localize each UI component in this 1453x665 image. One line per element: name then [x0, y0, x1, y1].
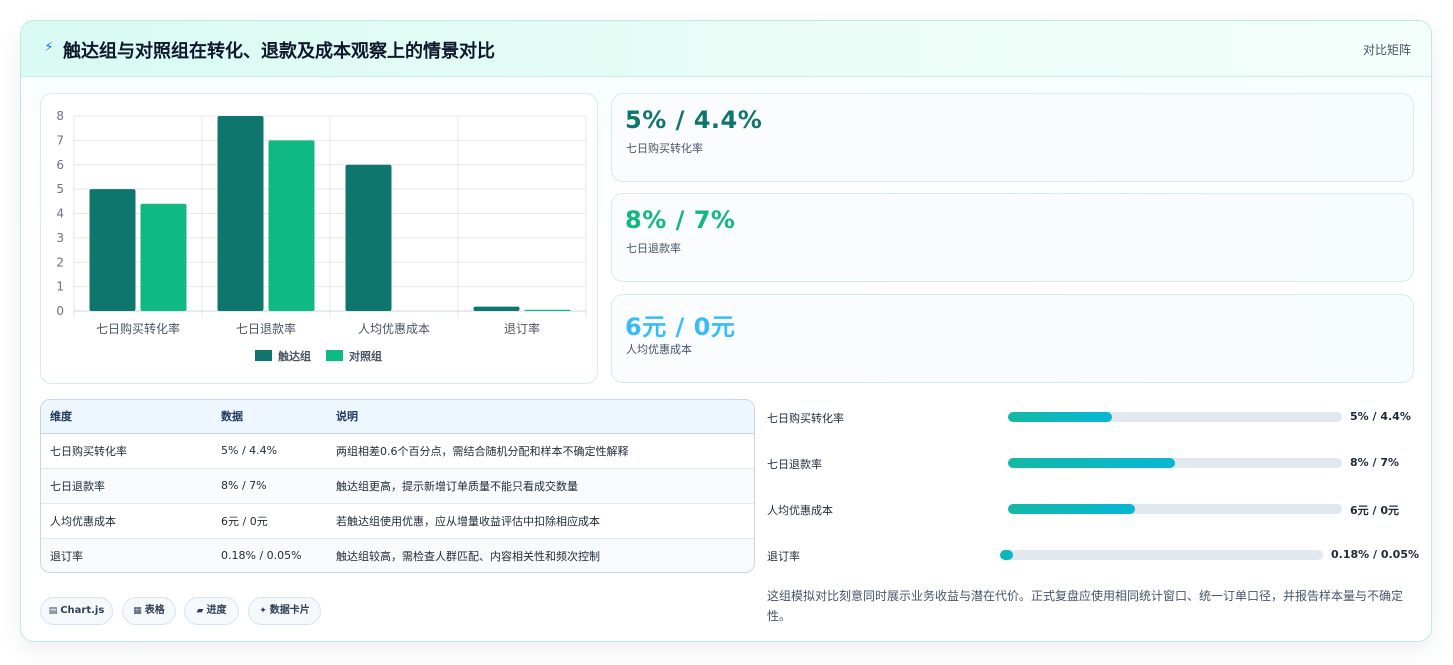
y-tick-label: 4	[56, 207, 64, 221]
tag-chartjs[interactable]: ▤ Chart.js	[40, 597, 113, 625]
stat-card-conversion: 5% / 4.4% 七日购买转化率	[611, 93, 1414, 182]
table-header: 维度	[41, 400, 212, 434]
y-tick-label: 2	[56, 255, 64, 269]
tag-table[interactable]: ▦ 表格	[122, 597, 176, 625]
table-header: 说明	[327, 400, 754, 434]
table-cell: 触达组较高，需检查人群匹配、内容相关性和频次控制	[327, 537, 754, 572]
x-tick-label: 人均优惠成本	[358, 322, 430, 336]
stat-value: 5% / 4.4%	[625, 106, 763, 134]
progress-fill	[1008, 412, 1112, 422]
progress-row-refund: 七日退款率 8% / 7%	[767, 453, 1417, 473]
lightning-icon: ⚡	[44, 40, 54, 55]
bar	[217, 116, 264, 311]
progress-label: 人均优惠成本	[767, 504, 833, 517]
progress-fill	[1000, 550, 1013, 560]
table-cell: 触达组更高，提示新增订单质量不能只看成交数量	[327, 467, 754, 503]
progress-fill	[1008, 458, 1175, 468]
progress-row-cost: 人均优惠成本 6元 / 0元	[767, 499, 1417, 519]
table-cell: 6元 / 0元	[212, 502, 327, 538]
progress-icon: ▰	[196, 606, 204, 616]
table-row: 七日退款率 8% / 7% 触达组更高，提示新增订单质量不能只看成交数量	[41, 467, 754, 503]
legend-swatch	[326, 350, 343, 361]
progress-value: 6元 / 0元	[1350, 504, 1399, 517]
progress-track	[1008, 458, 1342, 468]
tag-progress[interactable]: ▰ 进度	[184, 597, 239, 625]
table-header-row: 维度 数据 说明	[41, 400, 754, 434]
legend-label: 对照组	[349, 349, 382, 363]
bar-chart: 0 1 2 3 4 5 6 7 8 七日购买转化率 七日退款率 人均优惠成本 退订率触达组 对照组	[56, 109, 587, 363]
chart-icon: ▤	[48, 606, 58, 616]
bar	[524, 309, 571, 311]
stat-label: 人均优惠成本	[626, 343, 692, 356]
progress-value: 8% / 7%	[1350, 456, 1400, 469]
tag-label: 进度	[206, 605, 227, 616]
table-row: 人均优惠成本 6元 / 0元 若触达组使用优惠，应从增量收益评估中扣除相应成本	[41, 502, 754, 538]
progress-row-conversion: 七日购买转化率 5% / 4.4%	[767, 407, 1417, 427]
y-tick-label: 1	[56, 280, 64, 294]
table-cell: 退订率	[41, 537, 212, 572]
table-row: 七日购买转化率 5% / 4.4% 两组相差0.6个百分点，需结合随机分配和样本…	[41, 433, 754, 468]
stat-value: 6元 / 0元	[625, 313, 736, 341]
y-tick-label: 0	[56, 304, 64, 318]
table-row: 退订率 0.18% / 0.05% 触达组较高，需检查人群匹配、内容相关性和频次…	[41, 537, 754, 572]
progress-track	[1000, 550, 1323, 560]
progress-track	[1008, 504, 1342, 514]
stat-card-refund: 8% / 7% 七日退款率	[611, 193, 1414, 282]
bar	[89, 189, 136, 311]
matrix-badge: 对比矩阵	[1362, 43, 1411, 57]
footnote-text: 这组模拟对比刻意同时展示业务收益与潜在代价。正式复盘应使用相同统计窗口、统一订单…	[767, 589, 1404, 623]
card-title: 触达组与对照组在转化、退款及成本观察上的情景对比	[63, 41, 495, 62]
table-cell: 5% / 4.4%	[221, 444, 278, 457]
progress-label: 七日退款率	[767, 458, 822, 471]
table-cell: 8% / 7%	[212, 467, 327, 503]
progress-fill	[1008, 504, 1135, 514]
tag-label: 表格	[144, 605, 165, 616]
progress-value: 0.18% / 0.05%	[1331, 548, 1419, 561]
stat-label: 七日购买转化率	[626, 142, 703, 155]
table-cell: 人均优惠成本	[41, 502, 212, 538]
bar	[345, 164, 392, 311]
progress-label: 七日购买转化率	[767, 412, 844, 425]
tag-label: 数据卡片	[269, 605, 310, 616]
comparison-card: ⚡ 触达组与对照组在转化、退款及成本观察上的情景对比 对比矩阵 0 1 2 3 4 5 6 7…	[20, 20, 1432, 642]
card-icon: ✦	[259, 606, 267, 616]
table-cell: 七日退款率	[41, 467, 212, 503]
table-cell: 两组相差0.6个百分点，需结合随机分配和样本不确定性解释	[336, 444, 629, 458]
bar	[140, 203, 187, 311]
legend-swatch	[255, 350, 272, 361]
y-tick-label: 8	[56, 109, 64, 123]
x-tick-label: 七日购买转化率	[96, 321, 180, 336]
table-cell: 七日购买转化率	[50, 444, 127, 458]
x-tick-label: 退订率	[504, 321, 540, 336]
progress-row-unsubscribe: 退订率 0.18% / 0.05%	[767, 545, 1419, 565]
stat-label: 七日退款率	[626, 242, 681, 255]
table-cell: 0.18% / 0.05%	[212, 537, 327, 572]
table-icon: ▦	[133, 606, 142, 616]
y-tick-label: 6	[56, 158, 64, 172]
progress-track	[1008, 412, 1342, 422]
x-tick-label: 七日退款率	[236, 321, 296, 336]
progress-value: 5% / 4.4%	[1350, 410, 1411, 423]
table-cell: 若触达组使用优惠，应从增量收益评估中扣除相应成本	[327, 502, 754, 538]
card-header: ⚡ 触达组与对照组在转化、退款及成本观察上的情景对比 对比矩阵	[21, 21, 1431, 77]
bar	[268, 140, 315, 311]
stat-card-cost: 6元 / 0元 人均优惠成本	[611, 294, 1414, 383]
y-tick-label: 7	[56, 133, 64, 147]
tag-data-card[interactable]: ✦ 数据卡片	[248, 597, 321, 625]
y-tick-label: 5	[56, 182, 64, 196]
comparison-table: 维度 数据 说明 七日购买转化率 5% / 4.4% 两组相差0.6个百分点，需…	[40, 399, 755, 573]
y-tick-label: 3	[56, 231, 64, 245]
bar-chart-panel: 0 1 2 3 4 5 6 7 8 七日购买转化率 七日退款率 人均优惠成本 退订率触达组 对照组	[40, 93, 598, 384]
tag-label: Chart.js	[60, 605, 105, 616]
progress-label: 退订率	[767, 550, 800, 563]
bar	[473, 306, 520, 311]
stat-value: 8% / 7%	[625, 206, 736, 234]
table-header: 数据	[212, 400, 327, 434]
legend-label: 触达组	[277, 349, 311, 363]
